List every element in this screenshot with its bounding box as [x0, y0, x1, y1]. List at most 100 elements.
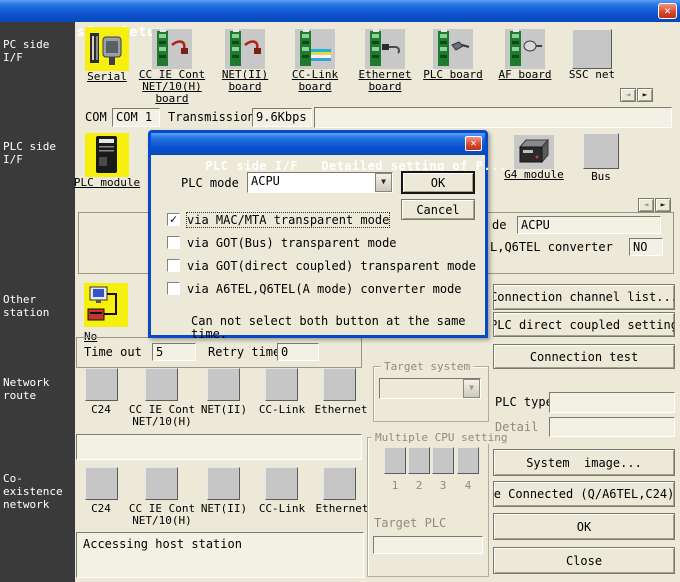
- pc-if-plc-board[interactable]: PLC board: [419, 29, 487, 81]
- sidebar: PC side I/F PLC side I/F Other station N…: [0, 22, 75, 582]
- pc-if-serial-label: Serial: [73, 71, 141, 83]
- dialog-note: Can not select both button at the same t…: [191, 315, 485, 341]
- pc-if-ethernet-board[interactable]: Ethernet board: [351, 29, 419, 93]
- checkbox-got-bus[interactable]: via GOT(Bus) transparent mode: [167, 236, 397, 250]
- network-route-ccie[interactable]: [145, 368, 178, 401]
- network-route-c24[interactable]: [85, 368, 118, 401]
- checkbox-a6tel-converter[interactable]: via A6TEL,Q6TEL(A mode) converter mode: [167, 282, 462, 296]
- main-close-button[interactable]: Close: [493, 547, 675, 574]
- com-port-field[interactable]: COM 1: [112, 108, 160, 127]
- connection-channel-list-button[interactable]: Connection channel list...: [493, 284, 675, 310]
- no-other-station-icon: [84, 283, 128, 327]
- transmission-label: Transmission: [168, 111, 255, 124]
- plc-mode-value-field: ACPU: [517, 216, 661, 234]
- pc-if-scroll-left-icon[interactable]: ◄: [620, 88, 636, 102]
- checkbox-got-direct-box[interactable]: [167, 259, 180, 272]
- checkbox-got-direct[interactable]: via GOT(direct coupled) transparent mode: [167, 259, 476, 273]
- cpu-slot-3[interactable]: [432, 447, 454, 474]
- g4-module-icon: [514, 135, 554, 169]
- plc-side-if-detail-dialog: PLC side I/F Detailed setting of P... ✕ …: [148, 130, 488, 338]
- pc-if-scroll-right-icon[interactable]: ►: [637, 88, 653, 102]
- checkbox-a6tel-converter-label: via A6TEL,Q6TEL(A mode) converter mode: [187, 282, 462, 296]
- plc-mode-value: ACPU: [248, 173, 375, 192]
- dialog-titlebar: PLC side I/F Detailed setting of P...: [151, 133, 485, 155]
- pc-if-ssc-net[interactable]: SSC net: [558, 29, 626, 81]
- pc-if-ccie-board[interactable]: CC IE Cont NET/10(H) board: [138, 29, 206, 105]
- main-ok-button[interactable]: OK: [493, 513, 675, 540]
- ethernet-board-icon: [365, 29, 405, 69]
- com-label: COM: [85, 111, 107, 124]
- cpu-slot-1[interactable]: [384, 447, 406, 474]
- com-comment-field: [314, 107, 672, 128]
- timeout-field[interactable]: 5: [152, 343, 196, 361]
- system-image-label: System image...: [526, 456, 642, 470]
- network-route-ethernet[interactable]: [323, 368, 356, 401]
- plc-if-scroll-left-icon[interactable]: ◄: [638, 198, 654, 212]
- coexistence-ccie[interactable]: [145, 467, 178, 500]
- plc-mode-dropdown-icon[interactable]: ▼: [375, 173, 392, 192]
- converter-label-fragment: L,Q6TEL converter: [490, 241, 613, 254]
- network-route-net2[interactable]: [207, 368, 240, 401]
- transmission-speed-field[interactable]: 9.6Kbps: [252, 108, 312, 127]
- checkbox-mac-mta-label: via MAC/MTA transparent mode: [187, 213, 389, 227]
- plc-mode-combobox[interactable]: ACPU ▼: [247, 172, 393, 193]
- pc-if-af-board[interactable]: AF board: [491, 29, 559, 81]
- plc-type-field: [549, 392, 675, 413]
- checkbox-got-bus-box[interactable]: [167, 236, 180, 249]
- plc-if-scroll-right-icon[interactable]: ►: [655, 198, 671, 212]
- network-route-cclink[interactable]: [265, 368, 298, 401]
- sidebar-label-network-route: Network route: [3, 376, 75, 402]
- pc-if-ccie-board-label: CC IE Cont NET/10(H) board: [138, 69, 206, 105]
- pc-if-cclink-board-label: CC-Link board: [281, 69, 349, 93]
- pc-if-serial[interactable]: Serial: [73, 27, 141, 83]
- plc-board-icon: [433, 29, 473, 69]
- connection-test-label: Connection test: [530, 350, 638, 364]
- dialog-cancel-label: Cancel: [416, 203, 459, 217]
- other-station-no[interactable]: No: [84, 283, 128, 343]
- system-image-button[interactable]: System image...: [493, 449, 675, 476]
- pc-if-net2-board[interactable]: NET(II) board: [211, 29, 279, 93]
- sidebar-label-coexistence-network: Co-existence network: [3, 472, 75, 511]
- coexistence-cclink[interactable]: [265, 467, 298, 500]
- checkbox-a6tel-converter-box[interactable]: [167, 282, 180, 295]
- retry-times-field[interactable]: 0: [277, 343, 319, 361]
- detail-field: [549, 417, 675, 437]
- pc-if-af-board-label: AF board: [491, 69, 559, 81]
- checkbox-mac-mta[interactable]: ✓ via MAC/MTA transparent mode: [167, 213, 389, 227]
- plc-if-plc-module[interactable]: PLC module: [73, 133, 141, 189]
- pc-if-cclink-board[interactable]: CC-Link board: [281, 29, 349, 93]
- serial-port-icon: [85, 27, 129, 71]
- window-close-icon[interactable]: ✕: [658, 3, 677, 19]
- plc-if-bus-label: Bus: [580, 171, 622, 183]
- sidebar-label-other-station: Other station: [3, 293, 75, 319]
- status-box: Accessing host station: [76, 532, 364, 578]
- network-route-ethernet-label: Ethernet: [311, 404, 371, 416]
- plc-if-bus[interactable]: Bus: [580, 133, 622, 183]
- line-connected-button[interactable]: ine Connected (Q/A6TEL,C24)..: [493, 481, 675, 507]
- dialog-close-icon[interactable]: ✕: [465, 136, 482, 151]
- coexistence-ethernet-label: Ethernet: [311, 503, 373, 515]
- checkbox-mac-mta-box[interactable]: ✓: [167, 213, 180, 226]
- cpu-slot-2-label: 2: [408, 480, 430, 492]
- plc-direct-coupled-setting-button[interactable]: PLC direct coupled setting: [493, 312, 675, 337]
- plc-if-g4-module[interactable]: G4 module: [498, 135, 570, 181]
- ssc-net-icon: [572, 29, 612, 69]
- window-titlebar: Transfer Setup: [0, 0, 680, 22]
- cpu-slot-4[interactable]: [457, 447, 479, 474]
- pc-if-ssc-net-label: SSC net: [558, 69, 626, 81]
- coexistence-ethernet[interactable]: [323, 467, 356, 500]
- dialog-ok-button[interactable]: OK: [401, 171, 475, 194]
- dialog-cancel-button[interactable]: Cancel: [401, 199, 475, 220]
- network-route-field: [76, 434, 362, 460]
- plc-direct-coupled-setting-label: PLC direct coupled setting: [493, 318, 675, 332]
- connection-test-button[interactable]: Connection test: [493, 344, 675, 369]
- plc-type-label: PLC type: [495, 396, 553, 409]
- target-system-dropdown-icon[interactable]: ▼: [463, 379, 480, 398]
- coexistence-c24[interactable]: [85, 467, 118, 500]
- cclink-board-icon: [295, 29, 335, 69]
- coexistence-net2[interactable]: [207, 467, 240, 500]
- target-system-combobox[interactable]: ▼: [379, 378, 481, 399]
- cpu-slot-2[interactable]: [408, 447, 430, 474]
- plc-mode-label: PLC mode: [181, 177, 239, 190]
- target-system-label: Target system: [381, 360, 473, 373]
